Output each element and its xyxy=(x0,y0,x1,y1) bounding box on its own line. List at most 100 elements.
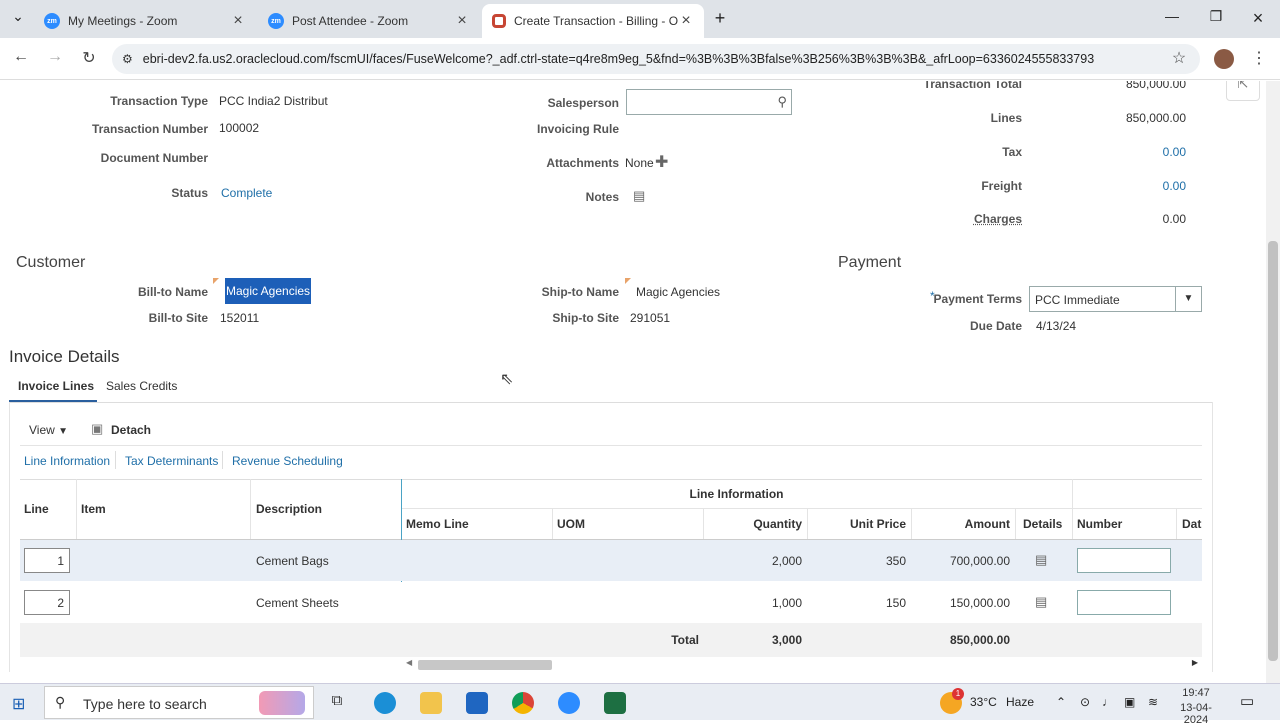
search-icon[interactable]: ⚲ xyxy=(777,94,787,110)
browser-tab-my-meetings[interactable]: zm My Meetings - Zoom × xyxy=(34,4,256,38)
line-number-input[interactable]: 1 xyxy=(24,548,70,573)
invoice-details-title: Invoice Details xyxy=(9,347,120,366)
due-date-value: 4/13/24 xyxy=(1036,319,1077,333)
line-number-input[interactable]: 2 xyxy=(24,590,70,615)
restore-icon[interactable]: ❐ xyxy=(1204,8,1228,30)
salesperson-label: Salesperson xyxy=(547,96,619,110)
transaction-number-label: Transaction Number xyxy=(91,122,208,136)
notifications-icon[interactable]: ▭ xyxy=(1240,692,1254,710)
column-header-line[interactable]: Line xyxy=(24,502,49,516)
table-row[interactable]: 1 Cement Bags 2,000 350 700,000.00 ▤ xyxy=(20,540,1202,581)
task-view-icon[interactable]: ⧉ xyxy=(326,692,348,714)
browser-tab-post-attendee[interactable]: zm Post Attendee - Zoom × xyxy=(258,4,480,38)
subtab-line-information[interactable]: Line Information xyxy=(24,454,110,468)
tray-chevron-icon[interactable]: ⌃ xyxy=(1056,695,1066,709)
forward-icon[interactable]: → xyxy=(44,48,66,70)
tab-sales-credits[interactable]: Sales Credits xyxy=(106,379,177,393)
transaction-type-value: PCC India2 Distribut xyxy=(219,94,328,108)
avatar[interactable] xyxy=(1214,49,1234,69)
scroll-thumb[interactable] xyxy=(418,660,552,670)
status-value[interactable]: Complete xyxy=(221,186,272,200)
close-window-icon[interactable]: × xyxy=(1246,8,1270,30)
column-header-unit-price[interactable]: Unit Price xyxy=(807,517,906,531)
column-header-number[interactable]: Number xyxy=(1077,517,1122,531)
horizontal-scrollbar[interactable]: ◀ ▶ xyxy=(404,658,1202,670)
url-field[interactable]: ⚙ ebri-dev2.fa.us2.oraclecloud.com/fscmU… xyxy=(112,44,1200,74)
payment-terms-label: Payment Terms xyxy=(933,292,1022,306)
detach-icon[interactable]: ▣ xyxy=(91,421,103,437)
details-icon[interactable]: ▤ xyxy=(1035,594,1047,610)
browser-tab-create-transaction[interactable]: Create Transaction - Billing - O × xyxy=(482,4,704,38)
tab-list-icon[interactable]: ⌄ xyxy=(6,8,30,30)
menu-icon[interactable]: ⋮ xyxy=(1248,48,1270,70)
number-input[interactable] xyxy=(1077,590,1171,615)
number-input[interactable] xyxy=(1077,548,1171,573)
close-tab-icon[interactable]: × xyxy=(454,12,470,30)
table-row[interactable]: 2 Cement Sheets 1,000 150 150,000.00 ▤ xyxy=(20,582,1202,623)
subtab-revenue-scheduling[interactable]: Revenue Scheduling xyxy=(232,454,343,468)
back-icon[interactable]: ← xyxy=(10,48,32,70)
windows-start-icon[interactable]: ⊞ xyxy=(12,694,25,714)
add-attachment-icon[interactable]: ✚ xyxy=(655,152,668,172)
taskbar-search-box[interactable]: ⚲ Type here to search xyxy=(44,686,314,719)
file-explorer-icon[interactable] xyxy=(420,692,442,714)
bookmark-star-icon[interactable]: ☆ xyxy=(1168,48,1190,70)
bill-to-site-value: 152011 xyxy=(220,311,260,325)
column-header-item[interactable]: Item xyxy=(81,502,106,516)
charges-label[interactable]: Charges xyxy=(880,212,1022,226)
column-header-date[interactable]: Dat xyxy=(1182,517,1201,531)
microphone-icon[interactable]: ♩ xyxy=(1102,695,1114,709)
wifi-icon[interactable]: ≋ xyxy=(1148,695,1158,709)
weather-temperature[interactable]: 33°C xyxy=(970,695,997,709)
close-tab-icon[interactable]: × xyxy=(678,12,694,30)
total-quantity: 3,000 xyxy=(771,633,802,647)
chrome-icon[interactable] xyxy=(512,692,534,714)
total-amount: 850,000.00 xyxy=(949,633,1010,647)
display-icon[interactable]: ▣ xyxy=(1124,695,1135,709)
row-description: Cement Bags xyxy=(256,554,329,568)
address-bar: ← → ↻ ⚙ ebri-dev2.fa.us2.oraclecloud.com… xyxy=(0,38,1280,80)
search-icon: ⚲ xyxy=(55,694,66,710)
freight-value[interactable]: 0.00 xyxy=(1106,179,1186,193)
notification-badge: 1 xyxy=(952,688,964,700)
weather-condition[interactable]: Haze xyxy=(1006,695,1034,709)
bags-icon xyxy=(259,691,305,715)
subtab-tax-determinants[interactable]: Tax Determinants xyxy=(125,454,218,468)
column-header-memo-line[interactable]: Memo Line xyxy=(406,517,469,531)
column-header-details[interactable]: Details xyxy=(1023,517,1062,531)
ship-to-site-label: Ship-to Site xyxy=(552,311,619,325)
column-header-quantity[interactable]: Quantity xyxy=(703,517,802,531)
payment-terms-select[interactable]: PCC Immediate ▼ xyxy=(1029,286,1202,312)
comment-panel-icon[interactable]: ⇱ xyxy=(1226,81,1260,101)
invoicing-rule-label: Invoicing Rule xyxy=(536,122,619,136)
transaction-number-value: 100002 xyxy=(219,121,260,135)
column-header-description[interactable]: Description xyxy=(256,502,322,516)
tray-app-icon[interactable]: ⊙ xyxy=(1080,695,1090,709)
tab-invoice-lines[interactable]: Invoice Lines xyxy=(18,379,94,393)
notes-icon[interactable]: ▤ xyxy=(633,188,645,204)
edge-icon[interactable] xyxy=(374,692,396,714)
bill-to-name-value[interactable]: Magic Agencies xyxy=(225,278,312,304)
excel-icon[interactable] xyxy=(604,692,626,714)
site-info-icon[interactable]: ⚙ xyxy=(122,52,133,66)
new-tab-icon[interactable]: + xyxy=(708,8,732,30)
row-unit-price: 150 xyxy=(885,596,906,610)
column-header-uom[interactable]: UOM xyxy=(557,517,585,531)
salesperson-input[interactable]: ⚲ xyxy=(626,89,792,115)
mouse-cursor-icon: ⇖ xyxy=(500,371,514,388)
detach-button[interactable]: Detach xyxy=(111,423,151,437)
tax-value[interactable]: 0.00 xyxy=(1106,145,1186,159)
zoom-icon[interactable] xyxy=(558,692,580,714)
minimize-icon[interactable]: — xyxy=(1160,8,1184,30)
details-icon[interactable]: ▤ xyxy=(1035,552,1047,568)
reload-icon[interactable]: ↻ xyxy=(78,48,100,70)
page-scrollbar[interactable] xyxy=(1266,81,1280,683)
clock[interactable]: 19:47 13-04-2024 xyxy=(1168,687,1224,726)
mail-icon[interactable] xyxy=(466,692,488,714)
column-header-amount[interactable]: Amount xyxy=(911,517,1010,531)
dropdown-arrow-icon[interactable]: ▼ xyxy=(1175,287,1201,311)
close-tab-icon[interactable]: × xyxy=(230,12,246,30)
view-menu[interactable]: View ▼ xyxy=(29,423,68,437)
scroll-thumb[interactable] xyxy=(1268,241,1278,661)
lines-value: 850,000.00 xyxy=(1125,111,1186,125)
